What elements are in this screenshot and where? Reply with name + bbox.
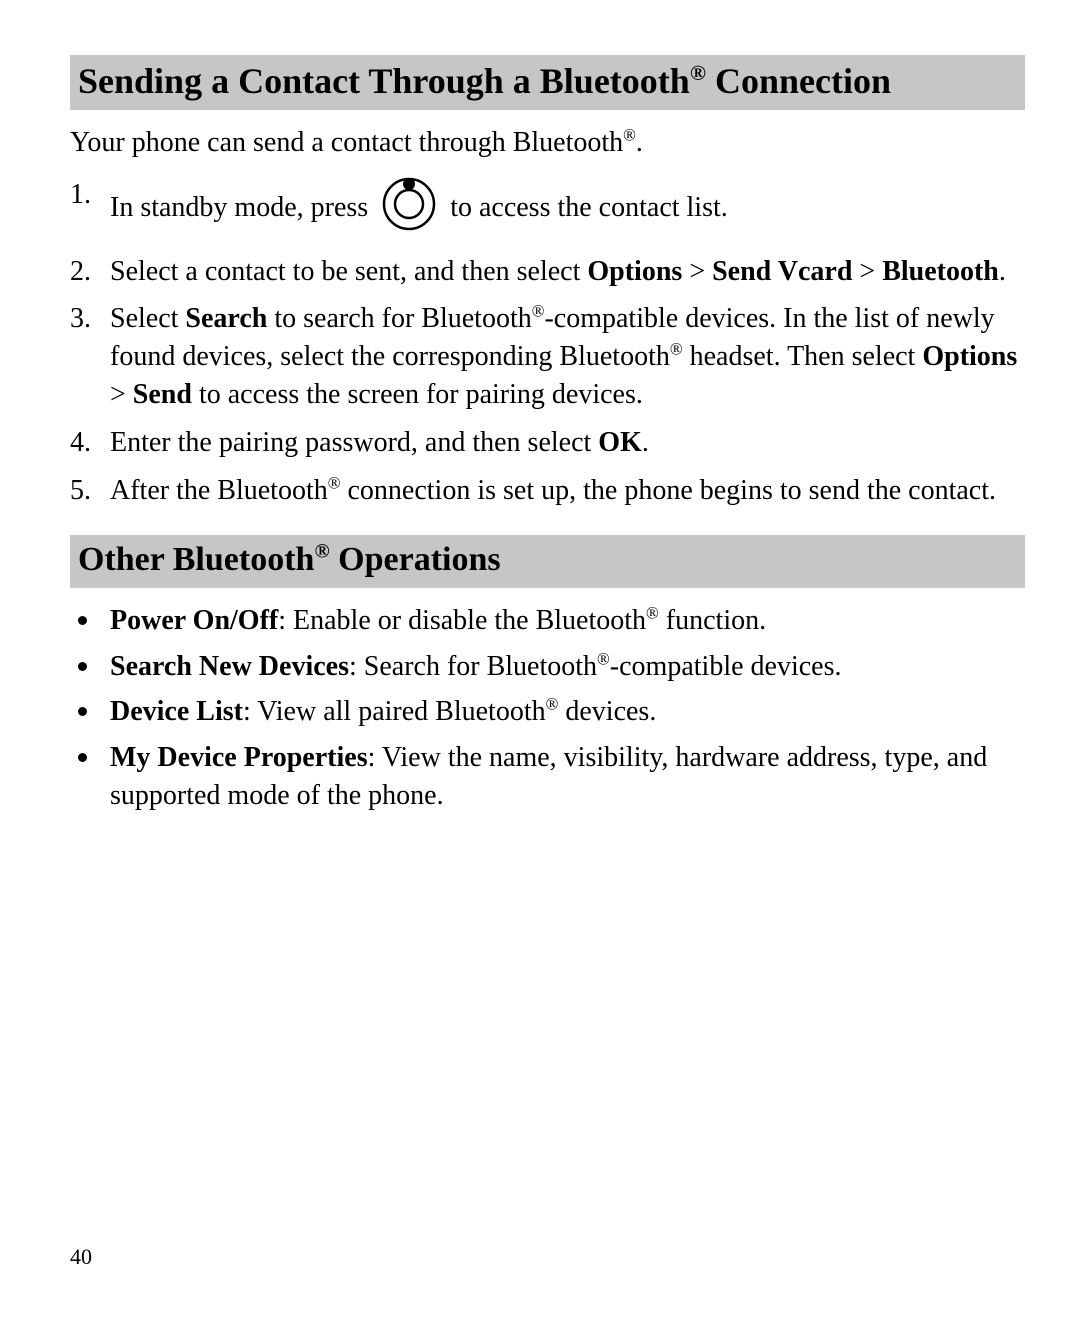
bullet1-label: Power On/Off	[110, 605, 278, 636]
section2-bullets: Power On/Off: Enable or disable the Blue…	[70, 602, 1025, 815]
step-2: Select a contact to be sent, and then se…	[70, 253, 1025, 291]
step2-gt2: >	[852, 256, 882, 287]
step3-gt: >	[110, 379, 133, 410]
bullet-search-devices: Search New Devices: Search for Bluetooth…	[70, 648, 1025, 686]
bullet2-label: Search New Devices	[110, 651, 349, 682]
registered-mark: ®	[646, 604, 659, 623]
registered-mark: ®	[670, 340, 683, 359]
registered-mark: ®	[314, 541, 329, 563]
step1-post: to access the contact list.	[450, 192, 728, 223]
bullet-device-list: Device List: View all paired Bluetooth® …	[70, 693, 1025, 731]
step-3: Select Search to search for Bluetooth®-c…	[70, 300, 1025, 413]
step2-sendvcard: Send Vcard	[712, 256, 852, 287]
step2-pre: Select a contact to be sent, and then se…	[110, 256, 587, 287]
step5-post: connection is set up, the phone begins t…	[340, 475, 996, 506]
intro-text: Your phone can send a contact through Bl…	[70, 127, 623, 158]
step2-gt1: >	[682, 256, 712, 287]
step2-bluetooth: Bluetooth	[882, 256, 999, 287]
section2-heading-post: Operations	[330, 541, 501, 578]
bullet-power-onoff: Power On/Off: Enable or disable the Blue…	[70, 602, 1025, 640]
step2-post: .	[999, 256, 1006, 287]
section1-heading: Sending a Contact Through a Bluetooth® C…	[70, 55, 1025, 110]
registered-mark: ®	[597, 649, 610, 668]
step5-pre: After the Bluetooth	[110, 475, 328, 506]
step3-post: to access the screen for pairing devices…	[192, 379, 643, 410]
bullet-my-device-properties: My Device Properties: View the name, vis…	[70, 739, 1025, 815]
intro-end: .	[636, 127, 643, 158]
step3-search: Search	[185, 303, 267, 334]
step3-mid3: headset. Then select	[683, 341, 923, 372]
bullet3-desc-pre: : View all paired Bluetooth	[243, 696, 546, 727]
step3-send: Send	[133, 379, 192, 410]
step4-pre: Enter the pairing password, and then sel…	[110, 427, 598, 458]
section1-intro: Your phone can send a contact through Bl…	[70, 124, 1025, 162]
step2-options: Options	[587, 256, 682, 287]
step-5: After the Bluetooth® connection is set u…	[70, 472, 1025, 510]
section2-heading: Other Bluetooth® Operations	[70, 535, 1025, 588]
section1-steps: In standby mode, press to access the con…	[70, 176, 1025, 510]
manual-page: Sending a Contact Through a Bluetooth® C…	[0, 0, 1080, 1320]
step3-mid1: to search for Bluetooth	[267, 303, 531, 334]
step1-pre: In standby mode, press	[110, 192, 375, 223]
step3-pre: Select	[110, 303, 185, 334]
page-number: 40	[70, 1244, 92, 1270]
bullet1-desc-post: function.	[659, 605, 766, 636]
bullet1-desc-pre: : Enable or disable the Bluetooth	[278, 605, 646, 636]
registered-mark: ®	[623, 126, 636, 145]
section2-heading-pre: Other Bluetooth	[78, 541, 314, 578]
bullet4-label: My Device Properties	[110, 742, 368, 773]
step3-options: Options	[922, 341, 1017, 372]
registered-mark: ®	[546, 695, 559, 714]
step4-post: .	[642, 427, 649, 458]
section1-heading-post: Connection	[706, 61, 891, 101]
registered-mark: ®	[690, 61, 706, 85]
step4-ok: OK	[598, 427, 642, 458]
registered-mark: ®	[328, 473, 341, 492]
bullet2-desc-post: -compatible devices.	[610, 651, 842, 682]
nav-up-icon	[381, 176, 437, 243]
bullet3-label: Device List	[110, 696, 243, 727]
bullet2-desc-pre: : Search for Bluetooth	[349, 651, 597, 682]
step-1: In standby mode, press to access the con…	[70, 176, 1025, 243]
bullet3-desc-post: devices.	[558, 696, 656, 727]
step-4: Enter the pairing password, and then sel…	[70, 424, 1025, 462]
section1-heading-pre: Sending a Contact Through a Bluetooth	[78, 61, 690, 101]
registered-mark: ®	[532, 302, 545, 321]
